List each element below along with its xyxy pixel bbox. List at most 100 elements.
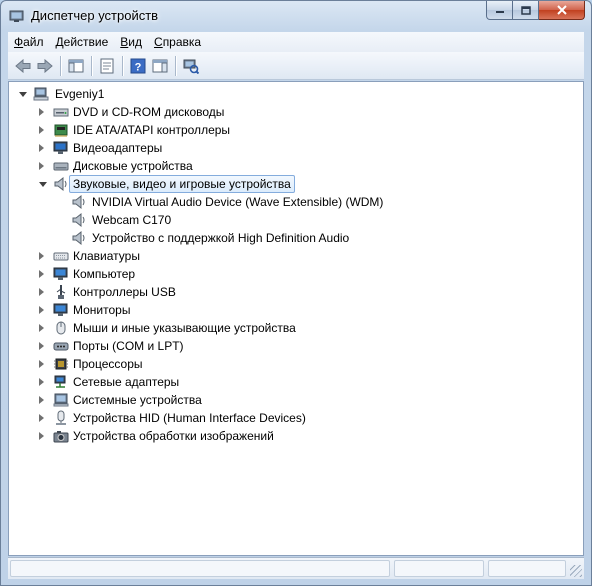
- tree-category[interactable]: Контроллеры USB: [9, 283, 583, 301]
- title-bar[interactable]: Диспетчер устройств: [1, 1, 591, 31]
- menu-help-accel: С: [154, 35, 163, 49]
- tree-category[interactable]: Системные устройства: [9, 391, 583, 409]
- action-pane-button[interactable]: [149, 55, 171, 77]
- processor-icon: [54, 358, 68, 370]
- close-icon: [556, 5, 567, 15]
- minimize-icon: [495, 11, 504, 13]
- tree-item-label: Дисковые устройства: [73, 159, 193, 173]
- tree-category[interactable]: Порты (COM и LPT): [9, 337, 583, 355]
- collapse-arrow-icon[interactable]: [19, 92, 27, 97]
- scan-hardware-icon: [183, 59, 199, 74]
- tree-category[interactable]: Видеоадаптеры: [9, 139, 583, 157]
- tree-category[interactable]: DVD и CD-ROM дисководы: [9, 103, 583, 121]
- speaker-icon: [72, 194, 85, 210]
- tree-category[interactable]: Компьютер: [9, 265, 583, 283]
- toolbar: ?: [8, 52, 584, 80]
- tree-category[interactable]: Сетевые адаптеры: [9, 373, 583, 391]
- expand-arrow-icon[interactable]: [39, 432, 44, 440]
- toolbar-separator: [60, 55, 61, 76]
- tree-item-label: Устройства HID (Human Interface Devices): [73, 411, 306, 425]
- status-bar-panel: [488, 560, 566, 577]
- forward-icon: [37, 58, 53, 73]
- show-hide-tree-button[interactable]: [65, 55, 87, 77]
- expand-arrow-icon[interactable]: [39, 396, 44, 404]
- menu-help-label: правка: [162, 35, 202, 49]
- tree-category[interactable]: Устройства HID (Human Interface Devices): [9, 409, 583, 427]
- maximize-icon: [520, 5, 531, 15]
- status-bar-panel: [10, 560, 390, 577]
- minimize-button[interactable]: [486, 1, 513, 20]
- status-bar-panel: [394, 560, 484, 577]
- expand-arrow-icon[interactable]: [39, 144, 44, 152]
- tree-category[interactable]: Звуковые, видео и игровые устройства: [9, 175, 583, 193]
- menu-file[interactable]: Файл: [8, 32, 50, 52]
- tree-item-label: Evgeniy1: [55, 87, 105, 101]
- menu-action-label: ействие: [63, 35, 109, 49]
- menu-action[interactable]: Действие: [50, 32, 115, 52]
- tree-device[interactable]: Webcam C170: [9, 211, 583, 229]
- dvd-drive-icon: [53, 108, 69, 117]
- expand-arrow-icon[interactable]: [39, 324, 44, 332]
- expand-arrow-icon[interactable]: [39, 378, 44, 386]
- help-icon: ?: [130, 58, 146, 73]
- properties-icon: [100, 58, 114, 73]
- maximize-button[interactable]: [513, 1, 539, 20]
- tree-category[interactable]: IDE ATA/ATAPI контроллеры: [9, 121, 583, 139]
- tree-item-label: Клавиатуры: [73, 249, 140, 263]
- tree-item-label: Контроллеры USB: [73, 285, 176, 299]
- menu-view[interactable]: Вид: [114, 32, 148, 52]
- tree-category[interactable]: Устройства обработки изображений: [9, 427, 583, 445]
- keyboard-icon: [53, 252, 69, 261]
- forward-button[interactable]: [34, 55, 56, 77]
- tree-item-label: Устройства обработки изображений: [73, 429, 274, 443]
- device-manager-window: Диспетчер устройств Файл Действие Вид Сп…: [0, 0, 592, 586]
- device-tree[interactable]: Evgeniy1 DVD и CD-ROM дисководы IDE ATA/AT…: [8, 81, 584, 556]
- expand-arrow-icon[interactable]: [39, 306, 44, 314]
- display-adapter-icon: [53, 141, 68, 154]
- tree-item-label: Сетевые адаптеры: [73, 375, 180, 389]
- tree-item-label: Устройство с поддержкой High Definition …: [92, 231, 350, 245]
- scan-hardware-button[interactable]: [180, 55, 202, 77]
- resize-grip[interactable]: [570, 565, 582, 577]
- tree-device[interactable]: NVIDIA Virtual Audio Device (Wave Extens…: [9, 193, 583, 211]
- properties-button[interactable]: [96, 55, 118, 77]
- expand-arrow-icon[interactable]: [39, 342, 44, 350]
- back-button[interactable]: [12, 55, 34, 77]
- expand-arrow-icon[interactable]: [39, 414, 44, 422]
- svg-text:?: ?: [135, 61, 142, 73]
- tree-item-label: Видеоадаптеры: [73, 141, 163, 155]
- tree-category[interactable]: Дисковые устройства: [9, 157, 583, 175]
- menu-file-accel: Ф: [14, 35, 24, 49]
- speaker-icon: [72, 212, 85, 228]
- expand-arrow-icon[interactable]: [39, 270, 44, 278]
- tree-item-label: DVD и CD-ROM дисководы: [73, 105, 225, 119]
- tree-item-label: Порты (COM и LPT): [73, 339, 184, 353]
- action-pane-icon: [152, 59, 168, 72]
- tree-category[interactable]: Процессоры: [9, 355, 583, 373]
- tree-category[interactable]: Клавиатуры: [9, 247, 583, 265]
- expand-arrow-icon[interactable]: [39, 108, 44, 116]
- expand-arrow-icon[interactable]: [39, 126, 44, 134]
- tree-item-label: Системные устройства: [73, 393, 202, 407]
- usb-icon: [56, 285, 66, 299]
- camera-icon: [53, 431, 69, 443]
- expand-arrow-icon[interactable]: [39, 360, 44, 368]
- show-hide-tree-icon: [68, 59, 84, 72]
- menu-bar: Файл Действие Вид Справка: [8, 32, 584, 52]
- tree-device[interactable]: Устройство с поддержкой High Definition …: [9, 229, 583, 247]
- close-button[interactable]: [539, 1, 585, 20]
- expand-arrow-icon[interactable]: [39, 252, 44, 260]
- help-button[interactable]: ?: [127, 55, 149, 77]
- tree-root-computer[interactable]: Evgeniy1: [9, 85, 583, 103]
- window-title: Диспетчер устройств: [31, 8, 159, 23]
- expand-arrow-icon[interactable]: [39, 288, 44, 296]
- speaker-icon: [54, 176, 67, 192]
- monitor-icon: [53, 303, 68, 316]
- computer-icon: [33, 87, 49, 101]
- tree-category[interactable]: Мыши и иные указывающие устройства: [9, 319, 583, 337]
- collapse-arrow-icon[interactable]: [39, 182, 47, 187]
- disk-drive-icon: [53, 162, 69, 171]
- tree-category[interactable]: Мониторы: [9, 301, 583, 319]
- menu-help[interactable]: Справка: [148, 32, 207, 52]
- expand-arrow-icon[interactable]: [39, 162, 44, 170]
